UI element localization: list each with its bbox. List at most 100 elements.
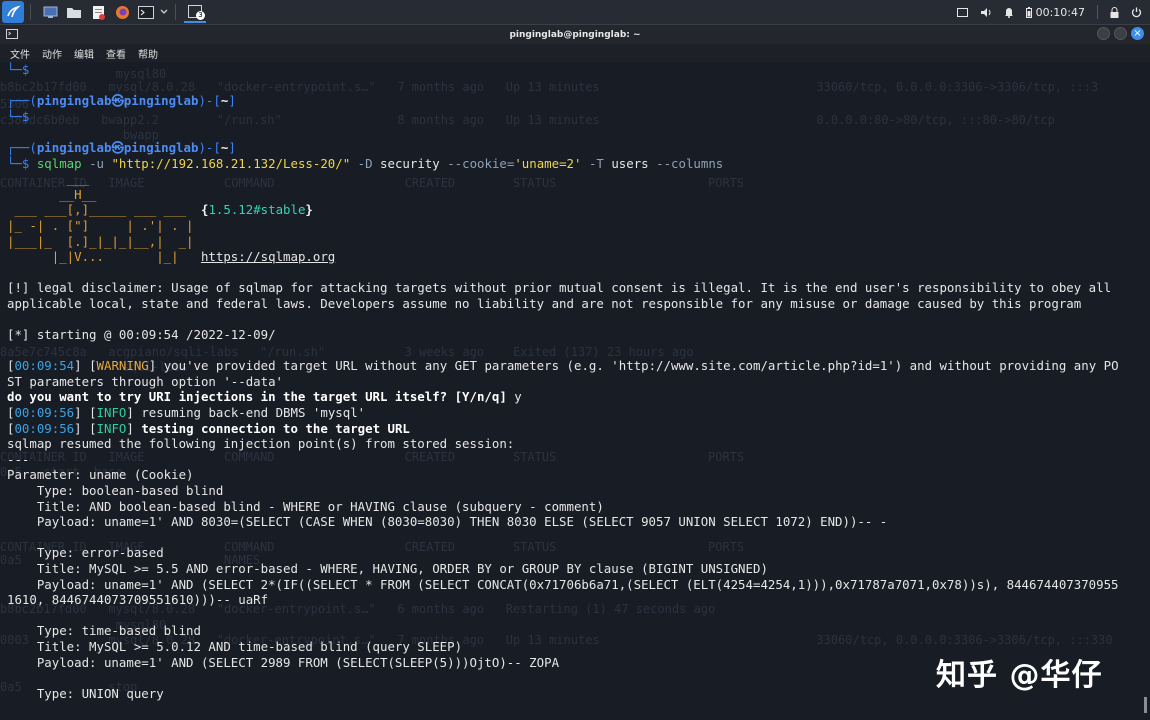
- folder-icon[interactable]: [63, 1, 85, 23]
- output-text: Type: boolean-based blind: [7, 483, 224, 499]
- menu-edit[interactable]: 编辑: [74, 46, 94, 61]
- desktop-icon[interactable]: [39, 1, 61, 23]
- output-text: Type: UNION query: [7, 685, 164, 701]
- menu-view[interactable]: 查看: [106, 46, 126, 61]
- text-span: [649, 156, 656, 171]
- log-level: INFO: [96, 405, 127, 421]
- terminal-line: Type: boolean-based blind: [7, 483, 1137, 499]
- window-titlebar[interactable]: pinginglab@pinginglab: ~ ×: [0, 25, 1150, 44]
- terminal-line: ___ ___[,]_____ ___ ___ {1.5.12#stable}: [7, 202, 1137, 218]
- terminal-line: Payload: uname=1' AND (SELECT 2*(IF((SEL…: [7, 577, 1137, 593]
- terminal-line: do you want to try URI injections in the…: [7, 389, 1137, 405]
- prompt-bracket: ]: [228, 139, 236, 155]
- sqlmap-logo-line: __H__: [7, 186, 97, 202]
- clock[interactable]: 00:10:47: [1036, 6, 1085, 19]
- window-title: pinginglab@pinginglab: ~: [509, 29, 641, 40]
- terminal-line: [00:09:56] [INFO] resuming back-end DBMS…: [7, 405, 1137, 421]
- volume-icon[interactable]: [980, 7, 992, 18]
- text-span: [82, 156, 89, 171]
- battery-icon: [1025, 6, 1032, 18]
- text-span: [373, 156, 380, 171]
- lock-icon[interactable]: [1110, 6, 1119, 18]
- prompt-answer: y: [514, 389, 522, 405]
- terminal-line: applicable local, state and federal laws…: [7, 296, 1137, 312]
- log-timestamp: 00:09:54: [14, 358, 75, 374]
- workspace-icon[interactable]: 3: [184, 1, 206, 23]
- output-text: Type: error-based: [7, 545, 164, 561]
- maximize-button[interactable]: [1114, 27, 1127, 40]
- terminal-line: ST parameters through option '--data': [7, 374, 1137, 390]
- power-icon[interactable]: [1131, 7, 1142, 18]
- text-span: ] [: [74, 405, 97, 421]
- output-text: Payload: uname=1' AND 8030=(SELECT (CASE…: [7, 514, 888, 530]
- menu-bar: 文件 动作 编辑 查看 帮助: [0, 44, 1150, 62]
- terminal-line: [*] starting @ 00:09:54 /2022-12-09/: [7, 327, 1137, 343]
- terminal-line: |_ -| . ["] | .'| . |: [7, 218, 1137, 234]
- log-timestamp: 00:09:56: [14, 405, 75, 421]
- output-text: Payload: uname=1' AND (SELECT 2989 FROM …: [7, 654, 560, 670]
- output-text: Title: MySQL >= 5.5 AND error-based - WH…: [7, 561, 768, 576]
- sqlmap-logo-line: |_|V... |_|: [7, 249, 201, 265]
- minimize-button[interactable]: [1097, 27, 1110, 40]
- output-text: Parameter: uname (Cookie): [7, 467, 194, 483]
- terminal-line: __H__: [7, 187, 1137, 203]
- prompt-bracket: ]: [228, 93, 236, 109]
- terminal-icon[interactable]: [135, 1, 157, 23]
- prompt-at: ㉿: [111, 93, 124, 109]
- prompt-bracket: )-[: [198, 93, 221, 109]
- terminal-line: |___|_ [.]_|_|_|__,| _|: [7, 234, 1137, 250]
- terminal-line: Parameter: uname (Cookie): [7, 467, 1137, 483]
- sqlmap-logo-line: |___|_ [.]_|_|_|__,| _|: [7, 233, 194, 249]
- sqlmap-logo-line: ___ ___[,]_____ ___ ___: [7, 202, 201, 218]
- command-arg: security: [380, 155, 440, 171]
- menu-action[interactable]: 动作: [42, 46, 62, 61]
- output-text: Payload: uname=1' AND (SELECT 2*(IF((SEL…: [7, 576, 1119, 592]
- prompt-user: pinginglab: [36, 139, 112, 155]
- notification-bell-icon[interactable]: [1004, 7, 1014, 18]
- terminal-line: Title: AND boolean-based blind - WHERE o…: [7, 499, 1137, 515]
- prompt-question: do you want to try URI injections in the…: [7, 389, 515, 405]
- log-timestamp: 00:09:56: [14, 420, 75, 436]
- terminal-line: ___: [7, 171, 1137, 187]
- command-option: -u: [89, 155, 104, 171]
- prompt-marker: └─$: [7, 155, 37, 171]
- output-text: 1610, 8446744073709551610)))-- uaRf: [7, 592, 269, 608]
- terminal-line: Payload: uname=1' AND 8030=(SELECT (CASE…: [7, 514, 1137, 530]
- scrollbar-thumb[interactable]: [1144, 697, 1147, 713]
- output-text: Title: AND boolean-based blind - WHERE o…: [7, 498, 604, 514]
- terminal-line: └─$: [7, 62, 1137, 78]
- output-text: ---: [7, 451, 30, 467]
- command-option: -T: [588, 155, 604, 171]
- terminal-output[interactable]: mysql80 b8bc2b17fd00 mysql/8.0.28 "docker…: [0, 62, 1140, 720]
- sqlmap-url: https://sqlmap.org: [200, 249, 336, 265]
- output-text: applicable local, state and federal laws…: [7, 295, 1082, 311]
- close-button[interactable]: ×: [1131, 27, 1144, 40]
- chevron-down-icon[interactable]: [159, 1, 169, 23]
- terminal-line: |_|V... |_| https://sqlmap.org: [7, 249, 1137, 265]
- text-span: ]: [126, 405, 134, 421]
- terminal-line: Type: error-based: [7, 545, 1137, 561]
- firefox-icon[interactable]: [111, 1, 133, 23]
- log-level: WARNING: [96, 358, 149, 374]
- command-arg: 'uname=2': [514, 155, 582, 171]
- prompt-user: pinginglab: [36, 93, 112, 109]
- text-editor-icon[interactable]: [87, 1, 109, 23]
- command-option: --cookie=: [447, 155, 515, 171]
- log-message: resuming back-end DBMS 'mysql': [133, 405, 366, 421]
- scrollbar[interactable]: [1140, 62, 1150, 720]
- menu-help[interactable]: 帮助: [138, 46, 158, 61]
- command-option: -D: [357, 155, 373, 171]
- window-icon[interactable]: [956, 7, 968, 17]
- terminal-line: [00:09:54] [WARNING] you've provided tar…: [7, 358, 1137, 374]
- command-url: "http://192.168.21.132/Less-20/": [111, 155, 351, 171]
- sqlmap-version: 1.5.12#stable: [208, 202, 306, 218]
- menu-file[interactable]: 文件: [10, 46, 30, 61]
- command-arg: users: [611, 155, 649, 171]
- kali-menu-icon[interactable]: [2, 1, 24, 23]
